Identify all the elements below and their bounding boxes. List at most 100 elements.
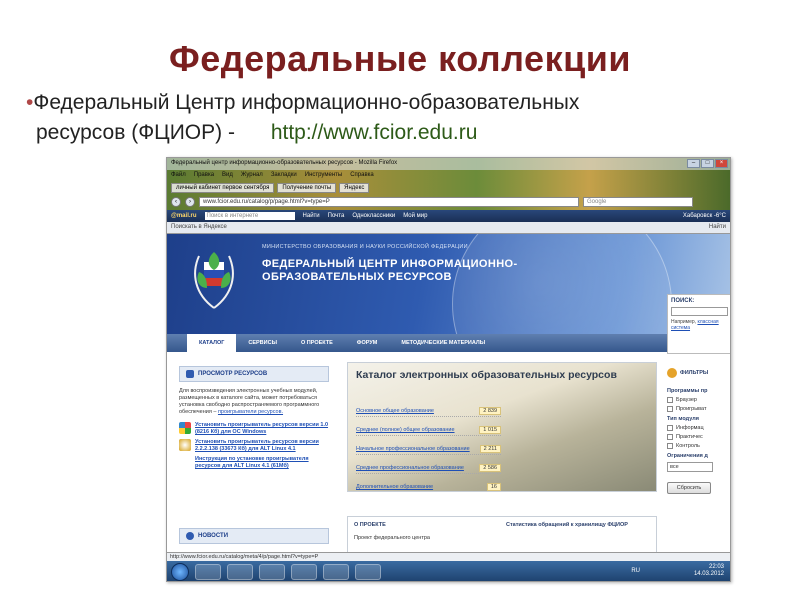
google-search-field[interactable]: Google xyxy=(583,197,693,207)
mailru-toolbar: @mail.ru Поиск в интернете Найти Почта О… xyxy=(167,210,730,222)
back-icon[interactable]: ‹ xyxy=(171,197,181,207)
catalog-link-initial-prof[interactable]: Начальное профессиональное образование xyxy=(356,446,470,452)
yandex-search-input[interactable]: Поискать в Яндексе xyxy=(171,224,227,231)
player-taskbar-icon[interactable] xyxy=(259,564,285,580)
player-icon xyxy=(186,370,194,378)
site-name: ФЕДЕРАЛЬНЫЙ ЦЕНТР ИНФОРМАЦИОННО-ОБРАЗОВА… xyxy=(262,258,518,283)
about-panel: О ПРОЕКТЕ Проект федерального центра Ста… xyxy=(347,516,657,556)
players-link[interactable]: проигрыватели ресурсов. xyxy=(218,409,283,415)
catalog-title: Каталог электронных образовательных ресу… xyxy=(356,369,617,381)
tab-cabinet[interactable]: личный кабинет первое сентября xyxy=(171,183,275,193)
filter-option[interactable]: Контроль xyxy=(667,443,727,449)
filters-panel: ФИЛЬТРЫ Программы пр Браузер Проигрыват … xyxy=(667,368,727,494)
maximize-button[interactable]: □ xyxy=(701,159,714,168)
mailru-link-ok[interactable]: Одноклассники xyxy=(352,213,395,219)
stats-title[interactable]: Статистика обращений к хранилищу ФЦИОР xyxy=(506,522,646,529)
catalog-count: 2 211 xyxy=(479,445,501,453)
word-taskbar-icon[interactable] xyxy=(355,564,381,580)
filter-info: Информац xyxy=(676,425,704,431)
checkbox[interactable] xyxy=(667,406,673,412)
explorer-taskbar-icon[interactable] xyxy=(195,564,221,580)
mailru-logo: @mail.ru xyxy=(171,213,197,219)
filter-option[interactable]: Проигрыват xyxy=(667,406,727,412)
menu-bar: Файл Правка Вид Журнал Закладки Инструме… xyxy=(167,170,730,181)
powerpoint-taskbar-icon[interactable] xyxy=(323,564,349,580)
nav-about[interactable]: О ПРОЕКТЕ xyxy=(289,334,345,352)
nav-forum[interactable]: ФОРУМ xyxy=(345,334,390,352)
yandex-find-button[interactable]: Найти xyxy=(709,224,726,231)
mailru-search-input[interactable]: Поиск в интернете xyxy=(204,212,295,220)
tab-yandex[interactable]: Яндекс xyxy=(339,183,370,193)
menu-history[interactable]: Журнал xyxy=(241,172,263,179)
programs-label: Программы пр xyxy=(667,388,708,394)
menu-edit[interactable]: Правка xyxy=(194,172,214,179)
limits-select[interactable]: все xyxy=(667,462,713,472)
catalog-count: 16 xyxy=(486,483,501,491)
catalog-row: Начальное профессиональное образование 2… xyxy=(356,445,501,455)
checkbox[interactable] xyxy=(667,434,673,440)
catalog-link-additional[interactable]: Дополнительное образование xyxy=(356,484,433,490)
fcior-url-link[interactable]: http://www.fcior.edu.ru xyxy=(271,121,478,144)
catalog-link-basic[interactable]: Основное общее образование xyxy=(356,408,434,414)
globe-decoration xyxy=(452,234,672,334)
language-indicator[interactable]: RU xyxy=(631,568,640,574)
mailru-link-mail[interactable]: Почта xyxy=(328,213,345,219)
close-button[interactable]: × xyxy=(715,159,728,168)
start-button-icon[interactable] xyxy=(171,563,189,581)
news-icon xyxy=(186,532,194,540)
url-field[interactable]: www.fcior.edu.ru/catalog/p/page.html?v=t… xyxy=(199,197,579,207)
filter-player: Проигрыват xyxy=(676,406,707,412)
search-example: Например, классная система xyxy=(671,319,728,331)
about-text: Проект федерального центра xyxy=(354,535,430,541)
catalog-link-secondary-prof[interactable]: Среднее профессиональное образование xyxy=(356,465,464,471)
system-clock[interactable]: 22:03 14.03.2012 xyxy=(694,564,724,578)
install-guide-link[interactable]: Инструкция по установке проигрывателя ре… xyxy=(195,456,329,470)
tab-strip: личный кабинет первое сентября Получение… xyxy=(167,181,730,195)
catalog-panel: Каталог электронных образовательных ресу… xyxy=(347,362,657,492)
menu-tools[interactable]: Инструменты xyxy=(305,172,342,179)
mailru-find-button[interactable]: Найти xyxy=(303,213,320,219)
mailru-link-myworld[interactable]: Мой мир xyxy=(403,213,427,219)
catalog-link-secondary[interactable]: Среднее (полное) общее образование xyxy=(356,427,455,433)
linux-icon xyxy=(179,439,191,451)
weather-widget[interactable]: Хабаровск -6°C xyxy=(683,213,726,219)
firefox-taskbar-icon[interactable] xyxy=(291,564,317,580)
nav-catalog[interactable]: КАТАЛОГ xyxy=(187,334,237,352)
download-link-linux[interactable]: Установить проигрыватель ресурсов версии… xyxy=(195,439,329,453)
menu-view[interactable]: Вид xyxy=(222,172,233,179)
nav-methods[interactable]: МЕТОДИЧЕСКИЕ МАТЕРИАЛЫ xyxy=(389,334,497,352)
filter-option[interactable]: Информац xyxy=(667,425,727,431)
filter-option[interactable]: Практичес xyxy=(667,434,727,440)
address-bar-row: ‹ › www.fcior.edu.ru/catalog/p/page.html… xyxy=(167,195,730,209)
download-link-windows[interactable]: Установить проигрыватель ресурсов версии… xyxy=(195,422,329,436)
checkbox[interactable] xyxy=(667,425,673,431)
module-type-label: Тип модуля xyxy=(667,416,699,422)
bullet-line-1: Федеральный Центр информационно-образова… xyxy=(33,91,580,114)
forward-icon[interactable]: › xyxy=(185,197,195,207)
clock-time: 22:03 xyxy=(708,564,724,570)
site-search-panel: ПОИСК: Например, классная система xyxy=(667,294,730,354)
menu-bookmarks[interactable]: Закладки xyxy=(271,172,297,179)
minimize-button[interactable]: – xyxy=(687,159,700,168)
player-info-text: Для воспроизведения электронных учебных … xyxy=(179,388,329,416)
catalog-row: Основное общее образование 2 839 xyxy=(356,407,501,417)
resource-viewer-heading: ПРОСМОТР РЕСУРСОВ xyxy=(179,366,329,382)
filters-heading-label: ФИЛЬТРЫ xyxy=(680,370,709,376)
checkbox[interactable] xyxy=(667,443,673,449)
media-taskbar-icon[interactable] xyxy=(227,564,253,580)
site-search-input[interactable] xyxy=(671,307,728,316)
fcior-emblem-icon xyxy=(194,252,234,309)
news-section: НОВОСТИ xyxy=(179,528,329,550)
nav-services[interactable]: СЕРВИСЫ xyxy=(236,334,289,352)
download-item: Установить проигрыватель ресурсов версии… xyxy=(179,422,329,436)
site-header: МИНИСТЕРСТВО ОБРАЗОВАНИЯ И НАУКИ РОССИЙС… xyxy=(167,234,730,334)
window-titlebar: Федеральный центр информационно-образова… xyxy=(167,158,730,170)
menu-help[interactable]: Справка xyxy=(350,172,374,179)
catalog-count: 2 586 xyxy=(479,464,501,472)
tab-mail[interactable]: Получение почты xyxy=(277,183,337,193)
filter-option[interactable]: Браузер xyxy=(667,397,727,403)
reset-button[interactable]: Сбросить xyxy=(667,482,711,494)
menu-file[interactable]: Файл xyxy=(171,172,186,179)
slide-title: Федеральные коллекции xyxy=(169,38,631,79)
checkbox[interactable] xyxy=(667,397,673,403)
